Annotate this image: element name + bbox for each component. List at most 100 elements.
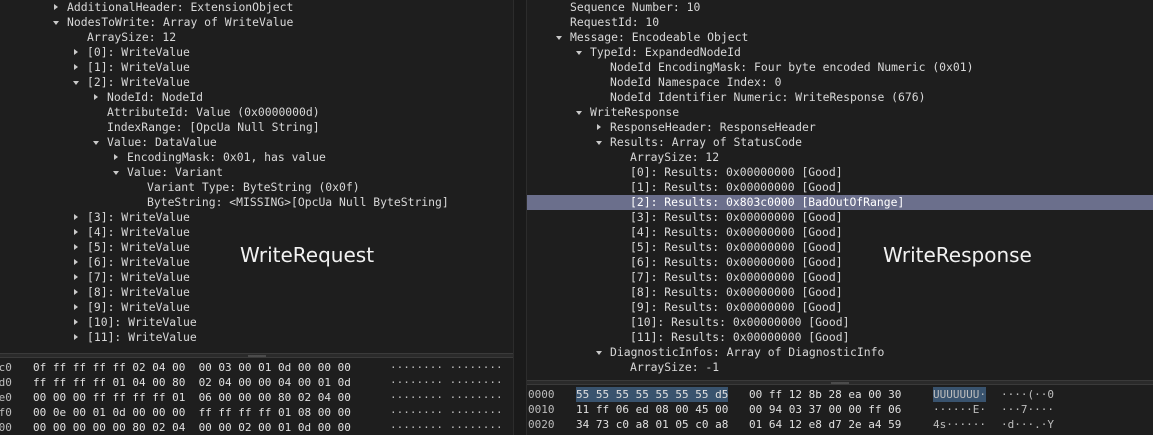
tree-row[interactable]: [4]: Results: 0x00000000 [Good] (527, 225, 1153, 240)
hex-row[interactable]: 0d0 ff ff ff ff 01 04 00 80 02 04 00 00 0… (0, 375, 513, 390)
tree-row[interactable]: [3]: WriteValue (0, 210, 513, 225)
tree-row[interactable]: ResponseHeader: ResponseHeader (527, 120, 1153, 135)
tree-row[interactable]: EncodingMask: 0x01, has value (0, 150, 513, 165)
pane-resize-handle[interactable] (527, 380, 1153, 385)
hex-ascii[interactable]: ·d···.·Y (1001, 417, 1054, 432)
expand-arrow-right-icon[interactable] (72, 45, 82, 60)
expand-arrow-right-icon[interactable] (92, 90, 102, 105)
tree-row[interactable]: ByteString: <MISSING>[OpcUa Null ByteStr… (0, 195, 513, 210)
expand-arrow-right-icon[interactable] (112, 150, 122, 165)
hex-bytes[interactable]: ff ff ff ff 01 04 00 80 02 04 00 00 04 0… (33, 375, 351, 390)
hex-bytes[interactable]: 00 ff 12 8b 28 ea 00 30 (749, 387, 901, 402)
tree-row[interactable]: Variant Type: ByteString (0x0f) (0, 180, 513, 195)
hex-ascii[interactable]: ········ ········ (390, 375, 503, 390)
tree-row[interactable]: [7]: Results: 0x00000000 [Good] (527, 270, 1153, 285)
tree-row[interactable]: ArraySize: -1 (527, 360, 1153, 375)
expand-arrow-down-icon[interactable] (575, 45, 585, 60)
tree-row[interactable]: [9]: Results: 0x00000000 [Good] (527, 300, 1153, 315)
tree-row[interactable]: NodeId EncodingMask: Four byte encoded N… (527, 60, 1153, 75)
hex-bytes[interactable]: 01 64 12 e8 d7 2e a4 59 (749, 417, 901, 432)
tree-row[interactable]: [11]: WriteValue (0, 330, 513, 345)
tree-row[interactable]: RequestId: 10 (527, 15, 1153, 30)
tree-row[interactable]: NodeId: NodeId (0, 90, 513, 105)
expand-arrow-down-icon[interactable] (52, 15, 62, 30)
tree-row[interactable]: [2]: WriteValue (0, 75, 513, 90)
tree-row[interactable]: NodesToWrite: Array of WriteValue (0, 15, 513, 30)
expand-arrow-right-icon[interactable] (72, 255, 82, 270)
hex-ascii[interactable]: UUUUUUU· (933, 387, 986, 402)
expand-arrow-down-icon[interactable] (92, 135, 102, 150)
tree-row[interactable]: TypeId: ExpandedNodeId (527, 45, 1153, 60)
tree-row[interactable]: NodeId Identifier Numeric: WriteResponse… (527, 90, 1153, 105)
hex-bytes[interactable]: 00 94 03 37 00 00 ff 06 (749, 402, 901, 417)
hex-bytes[interactable]: 0f ff ff ff ff 02 04 00 00 03 00 01 0d 0… (33, 360, 351, 375)
hex-row[interactable]: 0020 34 73 c0 a8 01 05 c0 a8 01 64 12 e8 d… (527, 417, 1153, 432)
tree-row[interactable]: [7]: WriteValue (0, 270, 513, 285)
tree-row[interactable]: [6]: Results: 0x00000000 [Good] (527, 255, 1153, 270)
tree-row[interactable]: NodeId Namespace Index: 0 (527, 75, 1153, 90)
hex-row[interactable]: 100 00 00 00 00 00 80 02 04 00 00 02 00 0… (0, 420, 513, 435)
expand-arrow-down-icon[interactable] (595, 135, 605, 150)
tree-row[interactable]: WriteResponse (527, 105, 1153, 120)
tree-row[interactable]: ArraySize: 12 (527, 150, 1153, 165)
tree-row[interactable]: [3]: Results: 0x00000000 [Good] (527, 210, 1153, 225)
tree-row[interactable]: [4]: WriteValue (0, 225, 513, 240)
expand-arrow-right-icon[interactable] (72, 285, 82, 300)
tree-row[interactable]: Message: Encodeable Object (527, 30, 1153, 45)
tree-row[interactable]: Results: Array of StatusCode (527, 135, 1153, 150)
expand-arrow-right-icon[interactable] (72, 210, 82, 225)
hex-ascii[interactable]: ····(··0 (1001, 387, 1054, 402)
hex-ascii[interactable]: ········ ········ (390, 420, 503, 435)
tree-row[interactable]: [1]: WriteValue (0, 60, 513, 75)
tree-row[interactable]: [10]: Results: 0x00000000 [Good] (527, 315, 1153, 330)
expand-arrow-right-icon[interactable] (52, 0, 62, 15)
expand-arrow-right-icon[interactable] (72, 270, 82, 285)
tree-row[interactable]: [11]: Results: 0x00000000 [Good] (527, 330, 1153, 345)
tree-row[interactable]: Value: Variant (0, 165, 513, 180)
pane-resize-handle[interactable] (0, 353, 513, 358)
hex-bytes[interactable]: 00 00 00 00 00 80 02 04 00 00 02 00 01 0… (33, 420, 351, 435)
expand-arrow-right-icon[interactable] (72, 240, 82, 255)
tree-row[interactable]: Sequence Number: 10 (527, 0, 1153, 15)
tree-row[interactable]: [0]: Results: 0x00000000 [Good] (527, 165, 1153, 180)
expand-arrow-down-icon[interactable] (112, 165, 122, 180)
hex-row[interactable]: 0f0 00 0e 00 01 0d 00 00 00 ff ff ff ff 0… (0, 405, 513, 420)
expand-arrow-right-icon[interactable] (72, 330, 82, 345)
hex-ascii[interactable]: ········ ········ (390, 405, 503, 420)
tree-row[interactable]: [1]: Results: 0x00000000 [Good] (527, 180, 1153, 195)
hex-ascii[interactable]: ···7···· (1001, 402, 1054, 417)
tree-row[interactable]: [8]: WriteValue (0, 285, 513, 300)
expand-arrow-down-icon[interactable] (72, 75, 82, 90)
hex-row[interactable]: 0e0 00 00 00 ff ff ff ff 01 06 00 00 00 8… (0, 390, 513, 405)
hex-ascii[interactable]: 4s······ (933, 417, 986, 432)
expand-arrow-down-icon[interactable] (595, 345, 605, 360)
tree-row[interactable]: [0]: WriteValue (0, 45, 513, 60)
tree-row[interactable]: [9]: WriteValue (0, 300, 513, 315)
expand-arrow-down-icon[interactable] (555, 30, 565, 45)
hex-bytes[interactable]: 11 ff 06 ed 08 00 45 00 (576, 402, 728, 417)
expand-arrow-right-icon[interactable] (72, 60, 82, 75)
pane-separator[interactable] (513, 0, 527, 435)
hex-ascii[interactable]: ········ ········ (390, 390, 503, 405)
tree-row[interactable]: AdditionalHeader: ExtensionObject (0, 0, 513, 15)
hex-row[interactable]: 0c0 0f ff ff ff ff 02 04 00 00 03 00 01 0… (0, 360, 513, 375)
tree-row[interactable]: AttributeId: Value (0x0000000d) (0, 105, 513, 120)
tree-row[interactable]: Value: DataValue (0, 135, 513, 150)
tree-row[interactable]: ArraySize: 12 (0, 30, 513, 45)
tree-row[interactable]: [8]: Results: 0x00000000 [Good] (527, 285, 1153, 300)
tree-row[interactable]: IndexRange: [OpcUa Null String] (0, 120, 513, 135)
hex-bytes[interactable]: 00 00 00 ff ff ff ff 01 06 00 00 00 80 0… (33, 390, 351, 405)
hex-row[interactable]: 0010 11 ff 06 ed 08 00 45 00 00 94 03 37 0… (527, 402, 1153, 417)
hex-bytes[interactable]: 34 73 c0 a8 01 05 c0 a8 (576, 417, 728, 432)
expand-arrow-right-icon[interactable] (72, 225, 82, 240)
hex-bytes[interactable]: 00 0e 00 01 0d 00 00 00 ff ff ff ff 01 0… (33, 405, 351, 420)
expand-arrow-right-icon[interactable] (72, 315, 82, 330)
expand-arrow-right-icon[interactable] (595, 120, 605, 135)
hex-ascii[interactable]: ········ ········ (390, 360, 503, 375)
expand-arrow-right-icon[interactable] (72, 300, 82, 315)
tree-row[interactable]: DiagnosticInfos: Array of DiagnosticInfo (527, 345, 1153, 360)
hex-bytes[interactable]: 55 55 55 55 55 55 55 d5 (576, 387, 729, 402)
hex-row[interactable]: 0000 55 55 55 55 55 55 55 d5 00 ff 12 8b 2… (527, 387, 1153, 402)
hex-ascii[interactable]: ······E· (933, 402, 986, 417)
tree-row[interactable]: [10]: WriteValue (0, 315, 513, 330)
